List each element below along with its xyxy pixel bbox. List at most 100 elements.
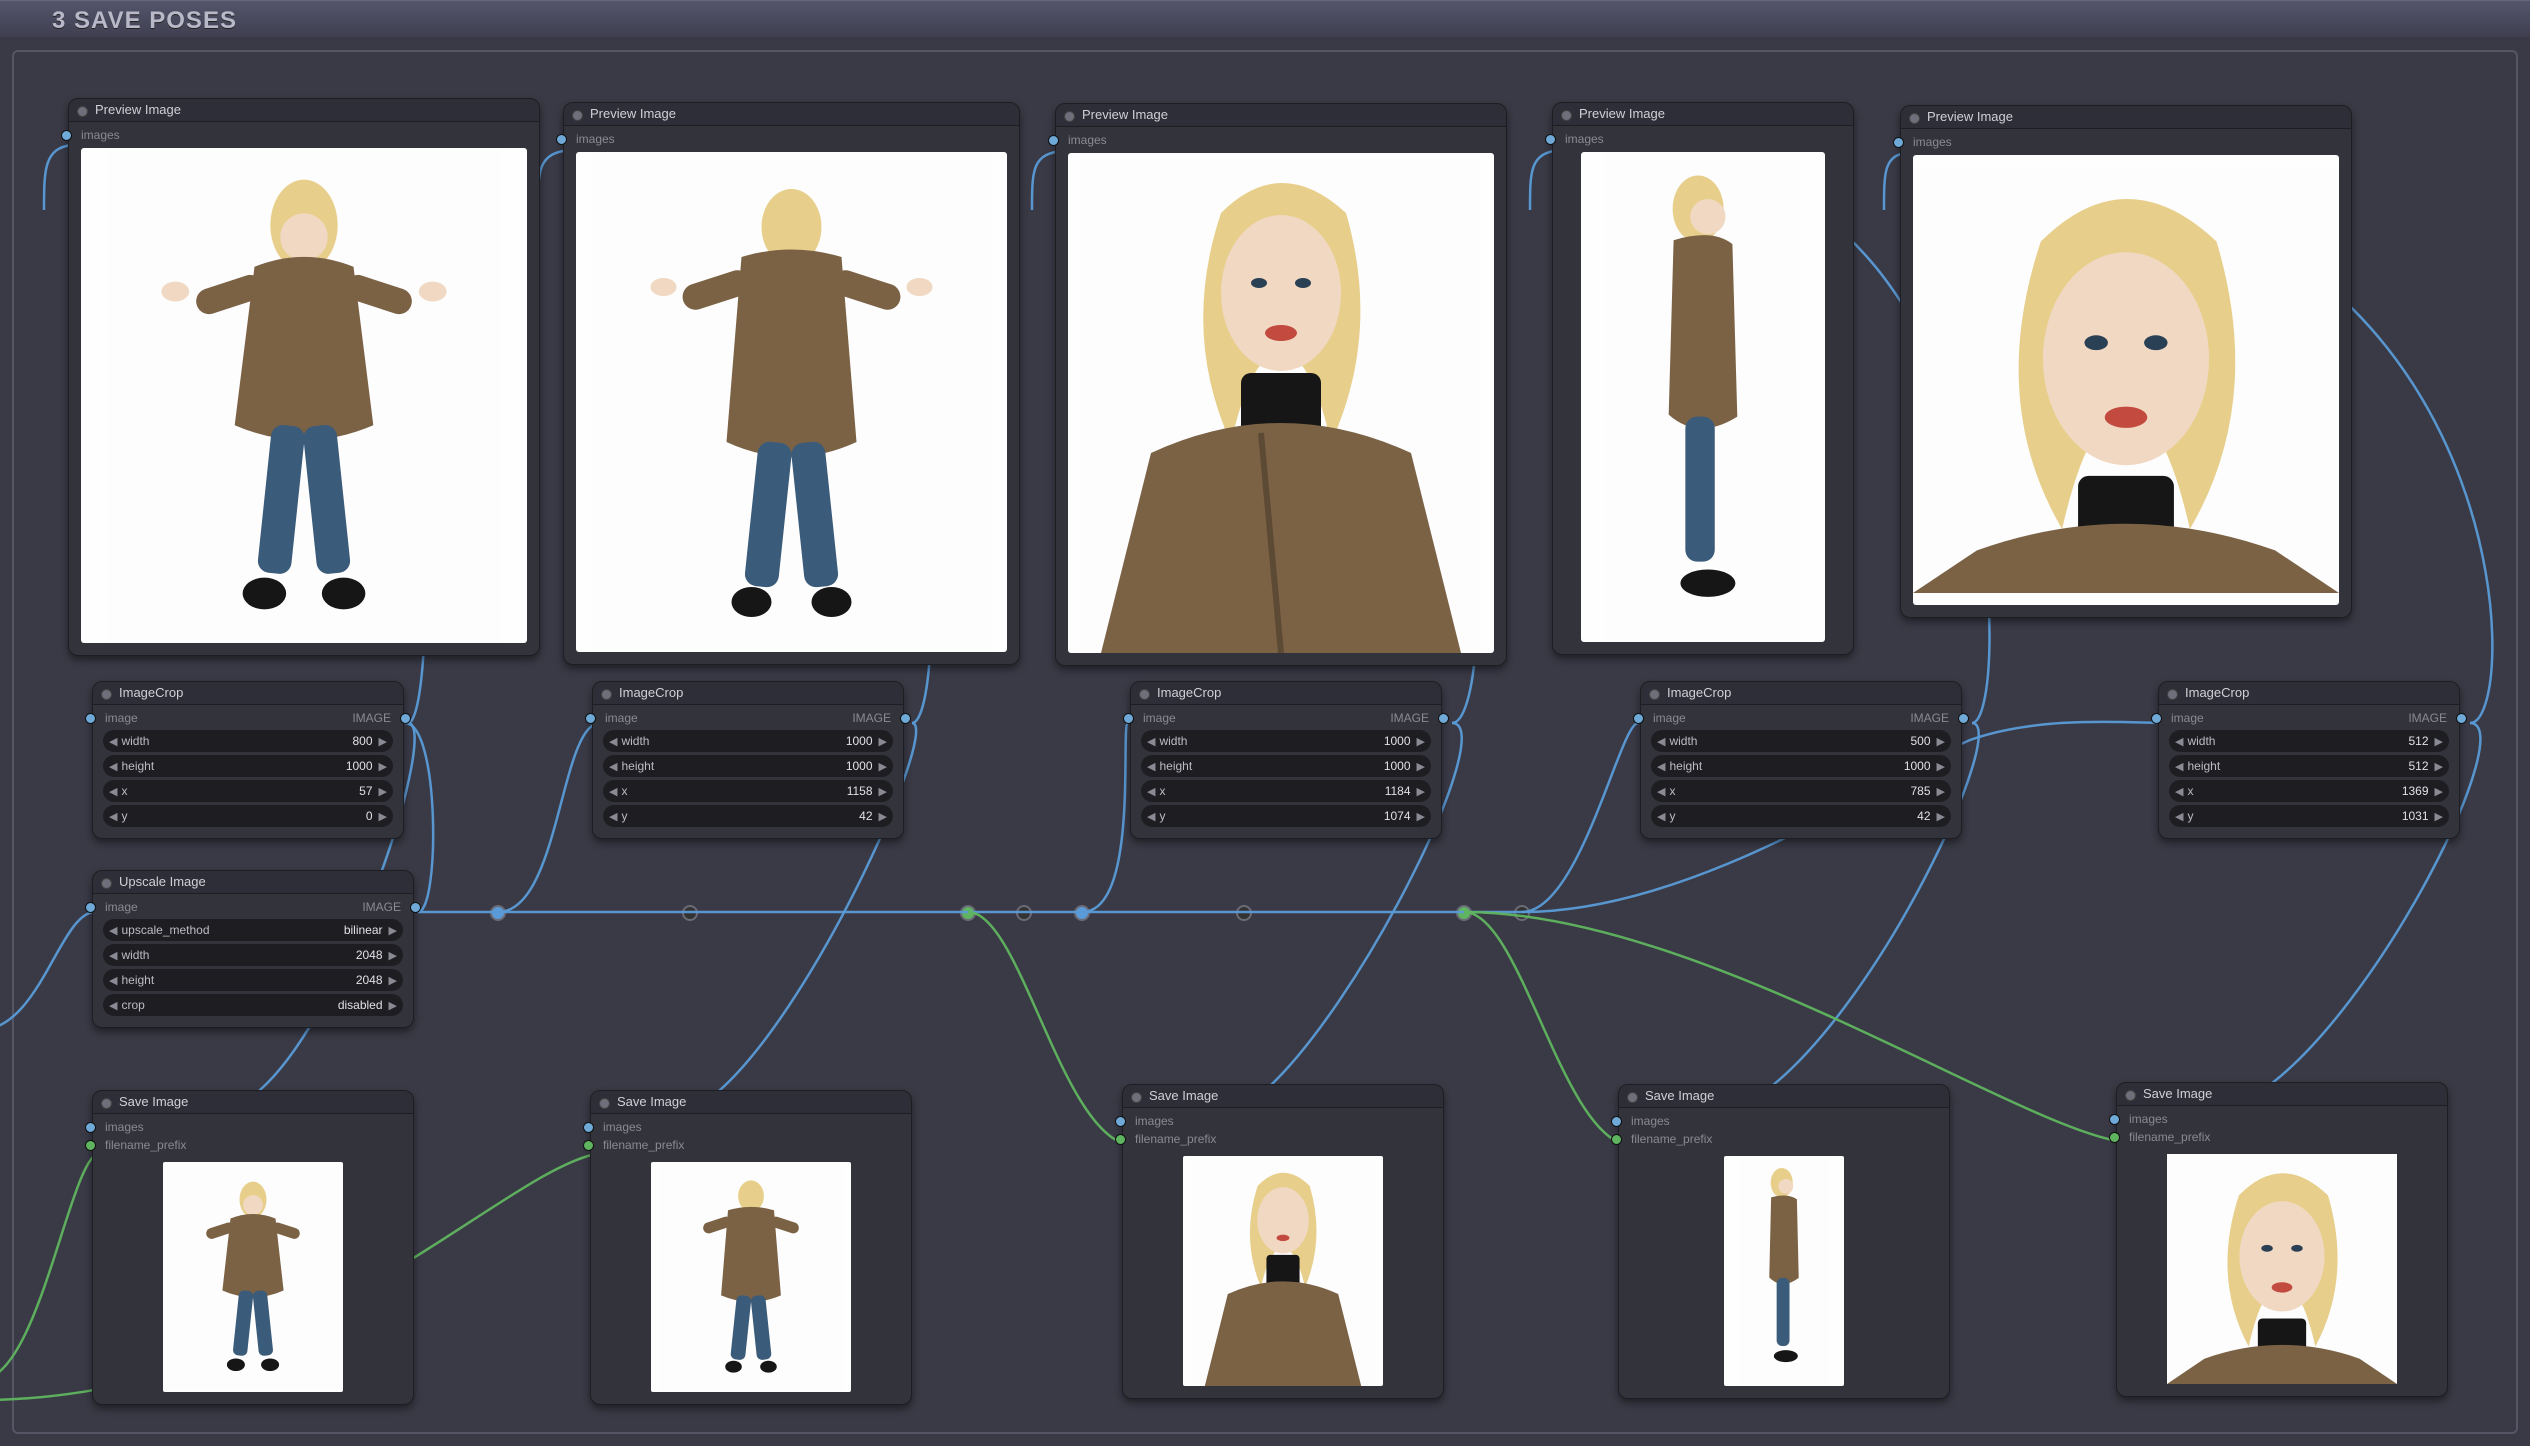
param-crop[interactable]: ◀cropdisabled▶ (103, 994, 403, 1016)
param-height[interactable]: ◀height2048▶ (103, 969, 403, 991)
node-save-image-2[interactable]: Save Image images filename_prefix (590, 1090, 912, 1405)
input-port-images[interactable] (1115, 1116, 1126, 1127)
input-port-image[interactable] (1123, 713, 1134, 724)
input-port-images[interactable] (1048, 135, 1059, 146)
node-imagecrop-1[interactable]: ImageCrop image IMAGE ◀width800▶ ◀height… (92, 681, 404, 839)
node-header[interactable]: Save Image (591, 1091, 911, 1114)
save-thumb[interactable] (163, 1162, 343, 1392)
param-x[interactable]: ◀x1158▶ (603, 780, 893, 802)
collapse-icon[interactable] (1627, 1092, 1638, 1103)
save-thumb[interactable] (651, 1162, 851, 1392)
input-port-images[interactable] (556, 134, 567, 145)
increment-icon[interactable]: ▶ (379, 810, 387, 823)
preview-thumb[interactable] (1581, 152, 1825, 642)
input-port-images[interactable] (85, 1122, 96, 1133)
param-height[interactable]: ◀height1000▶ (1651, 755, 1951, 777)
decrement-icon[interactable]: ◀ (109, 810, 117, 823)
preview-thumb[interactable] (1068, 153, 1494, 653)
increment-icon[interactable]: ▶ (379, 760, 387, 773)
decrement-icon[interactable]: ◀ (109, 785, 117, 798)
input-port-images[interactable] (2109, 1114, 2120, 1125)
node-header[interactable]: Preview Image (1901, 106, 2351, 129)
node-header[interactable]: Save Image (1123, 1085, 1443, 1108)
collapse-icon[interactable] (1131, 1092, 1142, 1103)
param-x[interactable]: ◀x1369▶ (2169, 780, 2449, 802)
param-x[interactable]: ◀x785▶ (1651, 780, 1951, 802)
param-width[interactable]: ◀width512▶ (2169, 730, 2449, 752)
output-port-image[interactable] (400, 713, 411, 724)
input-port-image[interactable] (85, 713, 96, 724)
collapse-icon[interactable] (1909, 113, 1920, 124)
param-height[interactable]: ◀height1000▶ (103, 755, 393, 777)
output-port-image[interactable] (900, 713, 911, 724)
param-height[interactable]: ◀height512▶ (2169, 755, 2449, 777)
input-port-image[interactable] (85, 902, 96, 913)
node-preview-image-5[interactable]: Preview Image images (1900, 105, 2352, 618)
node-header[interactable]: Preview Image (69, 99, 539, 122)
param-upscale-method[interactable]: ◀upscale_methodbilinear▶ (103, 919, 403, 941)
input-port-images[interactable] (1611, 1116, 1622, 1127)
param-x[interactable]: ◀x57▶ (103, 780, 393, 802)
collapse-icon[interactable] (101, 878, 112, 889)
input-port-images[interactable] (583, 1122, 594, 1133)
node-header[interactable]: ImageCrop (1131, 682, 1441, 705)
input-port-images[interactable] (61, 130, 72, 141)
node-imagecrop-3[interactable]: ImageCrop imageIMAGE ◀width1000▶ ◀height… (1130, 681, 1442, 839)
node-preview-image-3[interactable]: Preview Image images (1055, 103, 1507, 666)
node-header[interactable]: Preview Image (1056, 104, 1506, 127)
param-y[interactable]: ◀y42▶ (1651, 805, 1951, 827)
node-save-image-1[interactable]: Save Image images filename_prefix (92, 1090, 414, 1405)
node-save-image-4[interactable]: Save Image images filename_prefix (1618, 1084, 1950, 1399)
node-imagecrop-4[interactable]: ImageCrop imageIMAGE ◀width500▶ ◀height1… (1640, 681, 1962, 839)
collapse-icon[interactable] (599, 1098, 610, 1109)
input-port-images[interactable] (1545, 134, 1556, 145)
increment-icon[interactable]: ▶ (379, 735, 387, 748)
collapse-icon[interactable] (2167, 689, 2178, 700)
save-thumb[interactable] (2167, 1154, 2397, 1384)
param-width[interactable]: ◀width500▶ (1651, 730, 1951, 752)
node-header[interactable]: ImageCrop (93, 682, 403, 705)
node-canvas[interactable]: Preview Image images (0, 0, 2530, 1446)
collapse-icon[interactable] (1561, 110, 1572, 121)
node-imagecrop-2[interactable]: ImageCrop imageIMAGE ◀width1000▶ ◀height… (592, 681, 904, 839)
save-thumb[interactable] (1724, 1156, 1844, 1386)
collapse-icon[interactable] (572, 110, 583, 121)
input-port-filename-prefix[interactable] (1611, 1134, 1622, 1145)
output-port-image[interactable] (2456, 713, 2467, 724)
param-y[interactable]: ◀y1031▶ (2169, 805, 2449, 827)
param-width[interactable]: ◀width800▶ (103, 730, 393, 752)
collapse-icon[interactable] (1064, 111, 1075, 122)
save-thumb[interactable] (1183, 1156, 1383, 1386)
input-port-image[interactable] (585, 713, 596, 724)
input-port-image[interactable] (1633, 713, 1644, 724)
node-save-image-5[interactable]: Save Image images filename_prefix (2116, 1082, 2448, 1397)
collapse-icon[interactable] (1649, 689, 1660, 700)
param-height[interactable]: ◀height1000▶ (603, 755, 893, 777)
node-preview-image-2[interactable]: Preview Image images (563, 102, 1020, 665)
param-x[interactable]: ◀x1184▶ (1141, 780, 1431, 802)
node-header[interactable]: ImageCrop (2159, 682, 2459, 705)
collapse-icon[interactable] (101, 1098, 112, 1109)
node-preview-image-4[interactable]: Preview Image images (1552, 102, 1854, 655)
increment-icon[interactable]: ▶ (379, 785, 387, 798)
input-port-filename-prefix[interactable] (2109, 1132, 2120, 1143)
input-port-filename-prefix[interactable] (1115, 1134, 1126, 1145)
preview-thumb[interactable] (1913, 155, 2339, 605)
node-header[interactable]: Save Image (1619, 1085, 1949, 1108)
collapse-icon[interactable] (2125, 1090, 2136, 1101)
output-port-image[interactable] (1958, 713, 1969, 724)
node-header[interactable]: Save Image (2117, 1083, 2447, 1106)
node-header[interactable]: Save Image (93, 1091, 413, 1114)
param-width[interactable]: ◀width1000▶ (1141, 730, 1431, 752)
node-imagecrop-5[interactable]: ImageCrop imageIMAGE ◀width512▶ ◀height5… (2158, 681, 2460, 839)
node-header[interactable]: ImageCrop (1641, 682, 1961, 705)
node-header[interactable]: ImageCrop (593, 682, 903, 705)
output-port-image[interactable] (410, 902, 421, 913)
decrement-icon[interactable]: ◀ (109, 735, 117, 748)
preview-thumb[interactable] (576, 152, 1007, 652)
param-y[interactable]: ◀y0▶ (103, 805, 393, 827)
param-width[interactable]: ◀width2048▶ (103, 944, 403, 966)
decrement-icon[interactable]: ◀ (109, 760, 117, 773)
input-port-filename-prefix[interactable] (85, 1140, 96, 1151)
node-header[interactable]: Preview Image (1553, 103, 1853, 126)
